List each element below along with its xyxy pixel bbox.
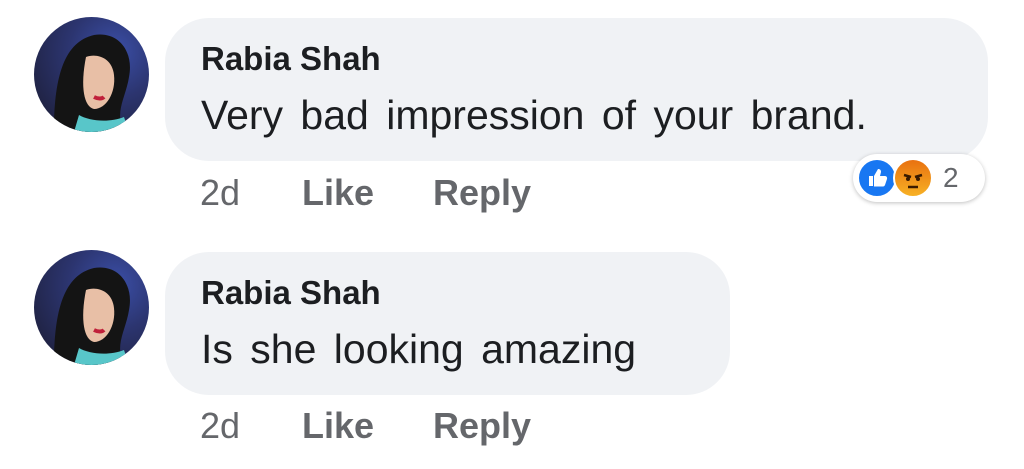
comment-bubble: Rabia Shah Very bad impression of your b…: [165, 18, 988, 161]
timestamp[interactable]: 2d: [200, 405, 240, 447]
reply-button[interactable]: Reply: [433, 405, 531, 447]
comment-bubble: Rabia Shah Is she looking amazing: [165, 252, 730, 395]
angry-reaction-icon: [893, 158, 933, 198]
avatar[interactable]: [34, 17, 149, 132]
author-name[interactable]: Rabia Shah: [201, 40, 381, 78]
like-reaction-icon: [857, 158, 897, 198]
reaction-summary[interactable]: 2: [853, 154, 985, 202]
comment-text: Is she looking amazing: [201, 326, 637, 372]
reaction-count: 2: [943, 162, 959, 193]
reply-button[interactable]: Reply: [433, 172, 531, 214]
avatar[interactable]: [34, 250, 149, 365]
timestamp[interactable]: 2d: [200, 172, 240, 214]
comment-text: Very bad impression of your brand.: [201, 92, 867, 138]
like-button[interactable]: Like: [302, 405, 374, 447]
like-button[interactable]: Like: [302, 172, 374, 214]
author-name[interactable]: Rabia Shah: [201, 274, 381, 312]
